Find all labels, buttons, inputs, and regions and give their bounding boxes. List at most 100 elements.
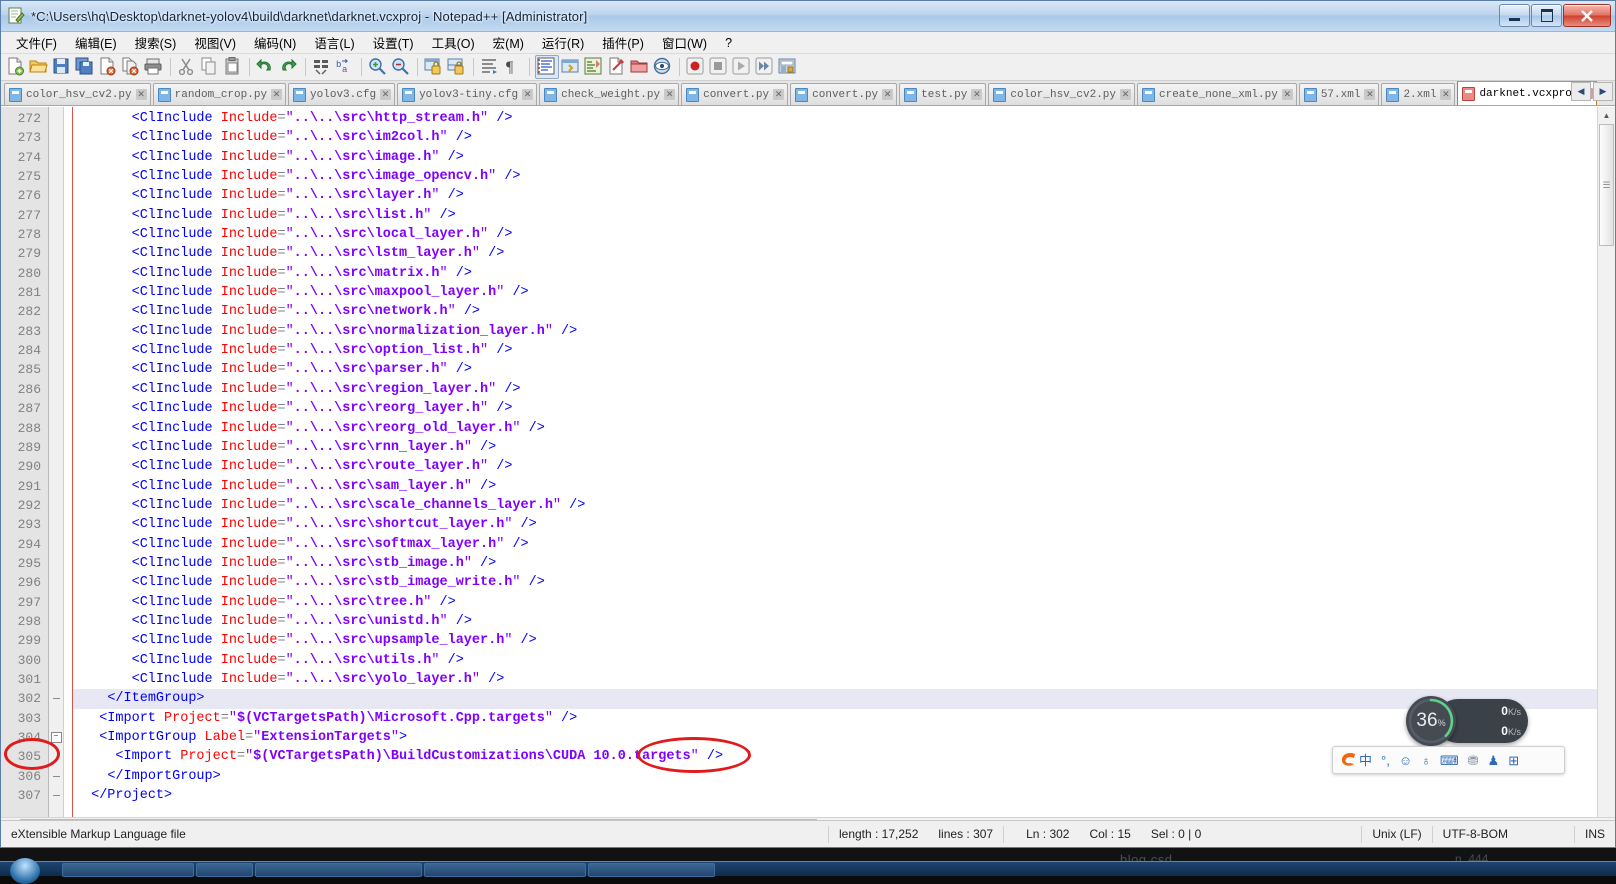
tab-close-icon[interactable]: ✕: [773, 89, 785, 100]
sogou-logo-icon[interactable]: [1337, 748, 1361, 772]
word-wrap-icon[interactable]: [479, 56, 501, 78]
menu-help[interactable]: ?: [716, 34, 741, 52]
undo-icon[interactable]: [255, 56, 277, 78]
ime-voice-input-icon[interactable]: ♁: [1421, 754, 1431, 767]
zoom-in-icon[interactable]: [367, 56, 389, 78]
tab-close-icon[interactable]: ✕: [1281, 89, 1293, 100]
cpu-usage-dial[interactable]: 36%: [1406, 696, 1456, 746]
start-button-icon[interactable]: [10, 858, 40, 884]
tab-close-icon[interactable]: ✕: [1440, 89, 1452, 100]
code-line[interactable]: <ClInclude Include="..\..\src\network.h"…: [73, 302, 1615, 321]
sync-vertical-icon[interactable]: [423, 56, 445, 78]
tab-scroll-right-button[interactable]: ▶: [1593, 82, 1613, 101]
code-line[interactable]: <ClInclude Include="..\..\src\unistd.h" …: [73, 612, 1615, 631]
network-speed-widget[interactable]: ↑ 0K/s ↓ 0K/s 36%: [1406, 696, 1528, 746]
document-tab-0[interactable]: color_hsv_cv2.py ✕: [4, 83, 151, 105]
document-tab-6[interactable]: convert.py ✕: [790, 83, 898, 105]
code-line[interactable]: <ClInclude Include="..\..\src\softmax_la…: [73, 535, 1615, 554]
playback-multiple-icon[interactable]: [754, 56, 776, 78]
document-tab-8[interactable]: color_hsv_cv2.py ✕: [988, 83, 1135, 105]
tab-scroll-left-button[interactable]: ◀: [1571, 82, 1591, 101]
menu-view[interactable]: 视图(V): [185, 31, 245, 54]
close-all-icon[interactable]: [120, 56, 142, 78]
document-tab-2[interactable]: yolov3.cfg ✕: [288, 83, 396, 105]
tab-close-icon[interactable]: ✕: [522, 89, 534, 100]
document-tab-3[interactable]: yolov3-tiny.cfg ✕: [397, 83, 538, 105]
replace-icon[interactable]: ba: [334, 56, 356, 78]
document-tab-1[interactable]: random_crop.py ✕: [152, 83, 287, 105]
tab-close-icon[interactable]: ✕: [664, 89, 676, 100]
menu-edit[interactable]: 编辑(E): [66, 31, 126, 54]
code-line[interactable]: <ClInclude Include="..\..\src\stb_image_…: [73, 573, 1615, 592]
tab-close-icon[interactable]: ✕: [271, 89, 283, 100]
code-line[interactable]: <ClInclude Include="..\..\src\im2col.h" …: [73, 128, 1615, 147]
maximize-button[interactable]: [1531, 4, 1562, 27]
indent-guide-icon[interactable]: [535, 55, 559, 79]
show-all-chars-icon[interactable]: ¶: [502, 56, 524, 78]
stop-macro-icon[interactable]: [708, 56, 730, 78]
code-text-area[interactable]: <ClInclude Include="..\..\src\http_strea…: [73, 107, 1615, 817]
code-line[interactable]: <ClInclude Include="..\..\src\tree.h" />: [73, 593, 1615, 612]
cut-icon[interactable]: [176, 56, 198, 78]
monitoring-icon[interactable]: [652, 56, 674, 78]
record-macro-icon[interactable]: [685, 56, 707, 78]
document-tab-11[interactable]: 2.xml ✕: [1381, 83, 1456, 105]
fold-collapse-icon[interactable]: −: [50, 732, 62, 744]
code-line[interactable]: <ClInclude Include="..\..\src\image.h" /…: [73, 148, 1615, 167]
code-line[interactable]: <ClInclude Include="..\..\src\reorg_old_…: [73, 419, 1615, 438]
close-file-icon[interactable]: [97, 56, 119, 78]
minimize-button[interactable]: [1499, 4, 1530, 27]
code-line[interactable]: <ClInclude Include="..\..\src\rnn_layer.…: [73, 438, 1615, 457]
tab-close-icon[interactable]: ✕: [380, 89, 392, 100]
copy-icon[interactable]: [199, 56, 221, 78]
vertical-scrollbar[interactable]: ▲ ☰: [1597, 107, 1615, 817]
document-switcher-icon[interactable]: [606, 56, 628, 78]
menu-tools[interactable]: 工具(O): [423, 31, 484, 54]
fold-marker[interactable]: −: [49, 728, 63, 747]
code-line[interactable]: <ClInclude Include="..\..\src\route_laye…: [73, 457, 1615, 476]
document-tab-7[interactable]: test.py ✕: [899, 83, 987, 105]
menu-encoding[interactable]: 编码(N): [245, 31, 305, 54]
play-macro-icon[interactable]: [731, 56, 753, 78]
scroll-up-arrow-icon[interactable]: ▲: [1598, 107, 1615, 124]
menu-plugins[interactable]: 插件(P): [593, 31, 653, 54]
redo-icon[interactable]: [278, 56, 300, 78]
menu-file[interactable]: 文件(F): [7, 31, 66, 54]
code-line[interactable]: <ClInclude Include="..\..\src\yolo_layer…: [73, 670, 1615, 689]
code-line[interactable]: <ClInclude Include="..\..\src\upsample_l…: [73, 631, 1615, 650]
vertical-scrollbar-thumb[interactable]: ☰: [1599, 124, 1614, 246]
document-tab-4[interactable]: check_weight.py ✕: [539, 83, 680, 105]
code-line[interactable]: <ClInclude Include="..\..\src\list.h" />: [73, 206, 1615, 225]
new-file-icon[interactable]: [5, 56, 27, 78]
code-line[interactable]: </ItemGroup>: [73, 689, 1615, 709]
ime-user-icon[interactable]: ⛃: [1468, 754, 1479, 767]
sync-horizontal-icon[interactable]: [446, 56, 468, 78]
title-bar[interactable]: *C:\Users\hq\Desktop\darknet-yolov4\buil…: [1, 1, 1615, 32]
open-file-icon[interactable]: [28, 56, 50, 78]
save-all-icon[interactable]: [74, 56, 96, 78]
code-line[interactable]: <ClInclude Include="..\..\src\utils.h" /…: [73, 651, 1615, 670]
code-line[interactable]: <ClInclude Include="..\..\src\option_lis…: [73, 341, 1615, 360]
tab-close-icon[interactable]: ✕: [1120, 89, 1131, 100]
ime-emoji-icon[interactable]: ☺: [1399, 754, 1412, 767]
code-line[interactable]: <ClInclude Include="..\..\src\maxpool_la…: [73, 283, 1615, 302]
ime-skin-icon[interactable]: ♟: [1488, 754, 1500, 767]
code-line[interactable]: <ClInclude Include="..\..\src\lstm_layer…: [73, 244, 1615, 263]
code-line[interactable]: <ClInclude Include="..\..\src\matrix.h" …: [73, 264, 1615, 283]
folder-as-workspace-icon[interactable]: [629, 56, 651, 78]
tab-close-icon[interactable]: ✕: [1364, 89, 1376, 100]
code-line[interactable]: <ClInclude Include="..\..\src\http_strea…: [73, 109, 1615, 128]
code-line[interactable]: </Project>: [73, 786, 1615, 805]
save-icon[interactable]: [51, 56, 73, 78]
code-line[interactable]: <ClInclude Include="..\..\src\image_open…: [73, 167, 1615, 186]
ui-settings-icon[interactable]: [560, 56, 582, 78]
code-line[interactable]: <ClInclude Include="..\..\src\scale_chan…: [73, 496, 1615, 515]
show-map-icon[interactable]: [583, 56, 605, 78]
menu-macro[interactable]: 宏(M): [484, 31, 533, 54]
tab-close-icon[interactable]: ✕: [882, 89, 894, 100]
code-line[interactable]: <ClInclude Include="..\..\src\region_lay…: [73, 380, 1615, 399]
menu-settings[interactable]: 设置(T): [364, 31, 423, 54]
ime-soft-keyboard-icon[interactable]: ⌨: [1440, 754, 1459, 767]
save-macro-icon[interactable]: [777, 56, 799, 78]
menu-run[interactable]: 运行(R): [533, 31, 593, 54]
